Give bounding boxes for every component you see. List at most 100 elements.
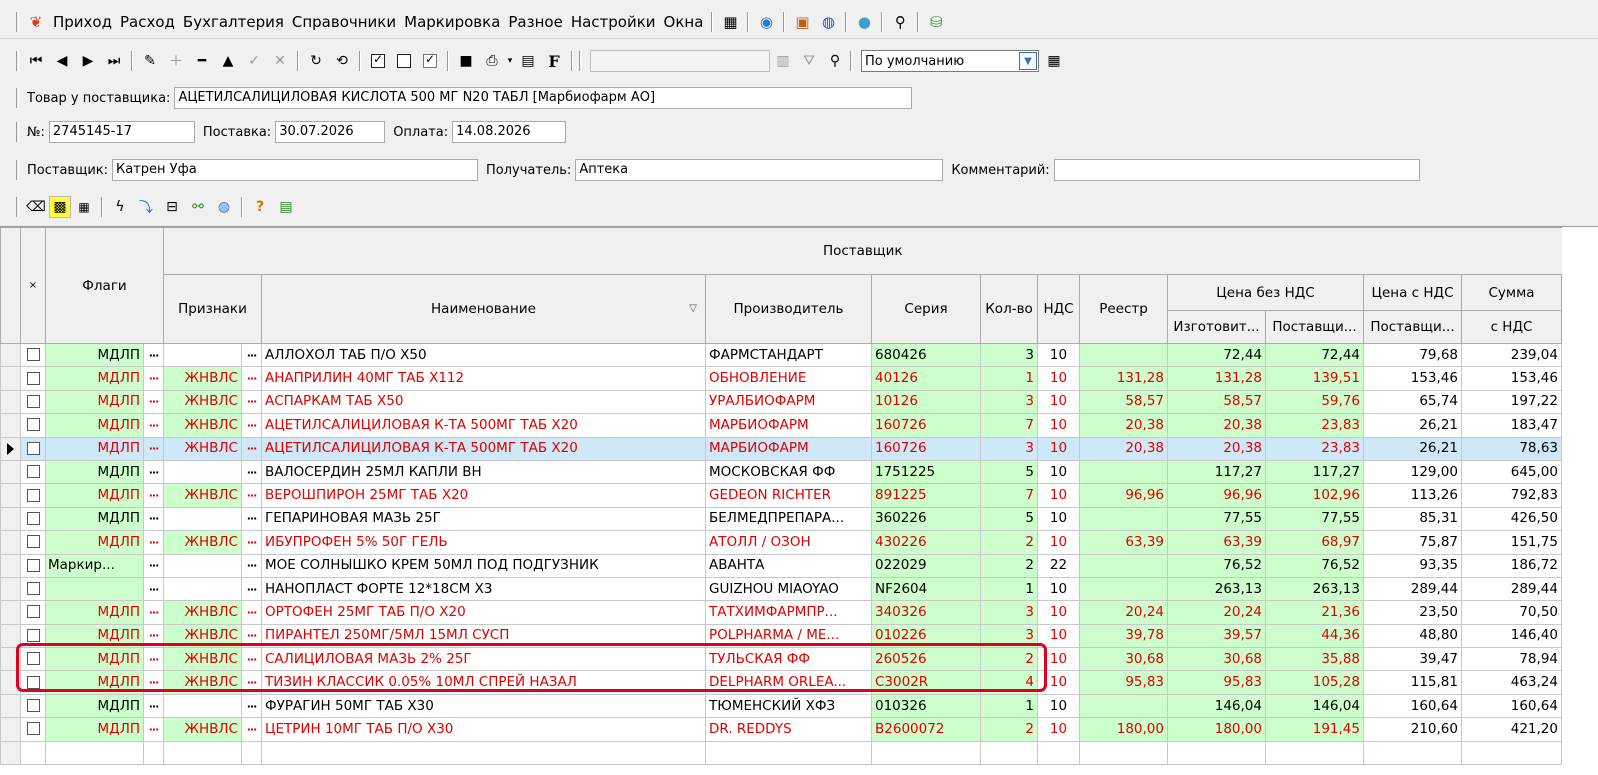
sign-menu-button[interactable]: ··· xyxy=(241,530,262,555)
checkbox[interactable] xyxy=(26,722,40,736)
sign-menu-button[interactable]: ··· xyxy=(241,506,262,532)
manufacturer-header[interactable]: Производитель xyxy=(705,274,872,344)
sign-menu-button[interactable]: ··· xyxy=(241,693,262,719)
table-row[interactable]: МДЛП ··· ··· АЛЛОХОЛ ТАБ П/О Х50 ФАРМСТАНДАР… xyxy=(0,342,1562,368)
flag-menu-button[interactable]: ··· xyxy=(143,600,164,625)
table-row[interactable]: МДЛП ··· ЖНВЛС ··· АНАПРИЛИН 40МГ ТАБ Х112 ОБ… xyxy=(0,366,1562,391)
tree-icon[interactable]: ⊟ xyxy=(159,194,185,220)
checkbox[interactable] xyxy=(26,558,40,572)
add-record-icon[interactable]: ＋ xyxy=(163,48,189,74)
link-icon[interactable]: ⚯ xyxy=(185,194,211,220)
first-record-icon[interactable]: ⏮ xyxy=(23,48,49,74)
signs-header[interactable]: Признаки xyxy=(163,274,262,344)
series-header[interactable]: Серия xyxy=(871,274,981,344)
toolbar-grip[interactable] xyxy=(16,122,19,142)
flag-menu-button[interactable]: ··· xyxy=(143,506,164,532)
checkbox[interactable] xyxy=(26,371,40,385)
sign-menu-button[interactable]: ··· xyxy=(241,576,262,602)
search-icon[interactable]: ⚲ xyxy=(888,10,912,34)
sign-menu-button[interactable]: ··· xyxy=(241,647,262,672)
sign-menu-button[interactable]: ··· xyxy=(241,366,262,391)
menu-item-income[interactable]: Приход xyxy=(49,12,116,32)
box-icon[interactable]: ▣ xyxy=(790,10,814,34)
sum-vat-header[interactable]: с НДС xyxy=(1461,310,1562,344)
calendar-icon[interactable]: ▦ xyxy=(718,10,742,34)
row-select-checkbox[interactable] xyxy=(20,436,46,461)
toolbar-grip[interactable] xyxy=(850,51,853,71)
lightning-icon[interactable]: ϟ xyxy=(107,194,133,220)
menu-item-accounting[interactable]: Бухгалтерия xyxy=(179,12,288,32)
sign-menu-button[interactable]: ··· xyxy=(241,717,262,742)
basket-icon[interactable]: ⛁ xyxy=(924,10,948,34)
flag-menu-button[interactable]: ··· xyxy=(143,647,164,672)
checkbox[interactable] xyxy=(26,488,40,502)
move-up-icon[interactable]: ▲ xyxy=(215,48,241,74)
sign-menu-button[interactable]: ··· xyxy=(241,483,262,508)
flag-menu-button[interactable]: ··· xyxy=(143,389,164,415)
sign-menu-button[interactable]: ··· xyxy=(241,389,262,415)
flag-menu-button[interactable]: ··· xyxy=(143,670,164,695)
checkbox[interactable] xyxy=(26,535,40,549)
profile-settings-icon[interactable]: ▦ xyxy=(1041,48,1067,74)
row-select-checkbox[interactable] xyxy=(20,530,46,555)
flag-menu-button[interactable]: ··· xyxy=(143,459,164,485)
question-icon[interactable]: ? xyxy=(247,194,273,220)
sign-menu-button[interactable]: ··· xyxy=(241,623,262,649)
help-icon[interactable]: ◍ xyxy=(816,10,840,34)
row-select-checkbox[interactable] xyxy=(20,693,46,719)
sign-menu-button[interactable]: ··· xyxy=(241,459,262,485)
table-row[interactable]: МДЛП ··· ЖНВЛС ··· АСПАРКАМ ТАБ Х50 УРАЛБИОФА… xyxy=(0,389,1562,415)
delete-record-icon[interactable]: ━ xyxy=(189,48,215,74)
row-select-checkbox[interactable] xyxy=(20,389,46,415)
checkbox[interactable] xyxy=(26,348,40,362)
flag-menu-button[interactable]: ··· xyxy=(143,436,164,461)
toolbar-grip[interactable] xyxy=(16,197,19,217)
table-row[interactable]: МДЛП ··· ЖНВЛС ··· САЛИЦИЛОВАЯ МАЗЬ 2% 25Г ТУ… xyxy=(0,647,1562,672)
payment-date-field[interactable]: 14.08.2026 xyxy=(452,121,567,143)
product-field[interactable]: АЦЕТИЛСАЛИЦИЛОВАЯ КИСЛОТА 500 МГ N20 ТАБ… xyxy=(174,87,913,109)
flag-menu-button[interactable]: ··· xyxy=(143,553,164,578)
recipient-field[interactable]: Аптека xyxy=(575,159,944,181)
flags-header[interactable]: Флаги xyxy=(45,227,164,344)
delivery-date-field[interactable]: 30.07.2026 xyxy=(275,121,386,143)
menu-item-references[interactable]: Справочники xyxy=(288,12,400,32)
supp-price-header[interactable]: Поставщи... xyxy=(1265,310,1364,344)
refresh-circle-icon[interactable]: ● xyxy=(852,10,876,34)
print-icon[interactable]: ⎙ xyxy=(479,48,505,74)
find-icon[interactable]: ⚲ xyxy=(822,48,848,74)
comment-field[interactable] xyxy=(1053,159,1420,181)
flag-menu-button[interactable]: ··· xyxy=(143,693,164,719)
table-row[interactable]: МДЛП ··· ··· ФУРАГИН 50МГ ТАБ Х30 ТЮМЕНСКИЙ … xyxy=(0,693,1562,719)
save-icon[interactable]: ■ xyxy=(453,48,479,74)
checkbox[interactable] xyxy=(26,675,40,689)
checkbox[interactable] xyxy=(26,582,40,596)
row-select-checkbox[interactable] xyxy=(20,459,46,485)
font-icon[interactable]: F xyxy=(541,48,567,74)
checkbox[interactable] xyxy=(26,511,40,525)
globe-icon[interactable]: ◉ xyxy=(754,10,778,34)
toolbar-grip[interactable] xyxy=(16,51,19,71)
name-header[interactable]: Наименование ▽ xyxy=(261,274,706,344)
next-record-icon[interactable]: ▶ xyxy=(75,48,101,74)
supplier-field[interactable]: Катрен Уфа xyxy=(112,159,479,181)
filter-clear-icon[interactable]: ▥ xyxy=(770,48,796,74)
toolbar-grip[interactable] xyxy=(16,88,19,108)
vat-header[interactable]: НДС xyxy=(1037,274,1080,344)
number-field[interactable]: 2745145-17 xyxy=(48,121,195,143)
table-row[interactable]: МДЛП ··· ЖНВЛС ··· ЦЕТРИН 10МГ ТАБ П/О Х30 DR… xyxy=(0,717,1562,742)
menu-item-misc[interactable]: Разное xyxy=(504,12,566,32)
table-row[interactable]: ··· ··· НАНОПЛАСТ ФОРТЕ 12*18СМ Х3 GUIZHOU … xyxy=(0,576,1562,602)
prev-record-icon[interactable]: ◀ xyxy=(49,48,75,74)
row-select-checkbox[interactable] xyxy=(20,623,46,649)
manuf-price-header[interactable]: Изготовит... xyxy=(1167,310,1266,344)
table-row[interactable]: МДЛП ··· ··· ГЕПАРИНОВАЯ МАЗЬ 25Г БЕЛМЕДПРЕП… xyxy=(0,506,1562,532)
uncheck-all-icon[interactable] xyxy=(391,48,417,74)
sign-menu-button[interactable]: ··· xyxy=(241,436,262,461)
calculator-icon[interactable]: ▤ xyxy=(273,194,299,220)
flag-menu-button[interactable]: ··· xyxy=(143,576,164,602)
eraser-icon[interactable]: ⌫ xyxy=(23,194,49,220)
menu-item-expense[interactable]: Расход xyxy=(116,12,179,32)
row-select-checkbox[interactable] xyxy=(20,483,46,508)
checkbox[interactable] xyxy=(26,465,40,479)
supp-price-vat-header[interactable]: Поставщи... xyxy=(1363,310,1462,344)
